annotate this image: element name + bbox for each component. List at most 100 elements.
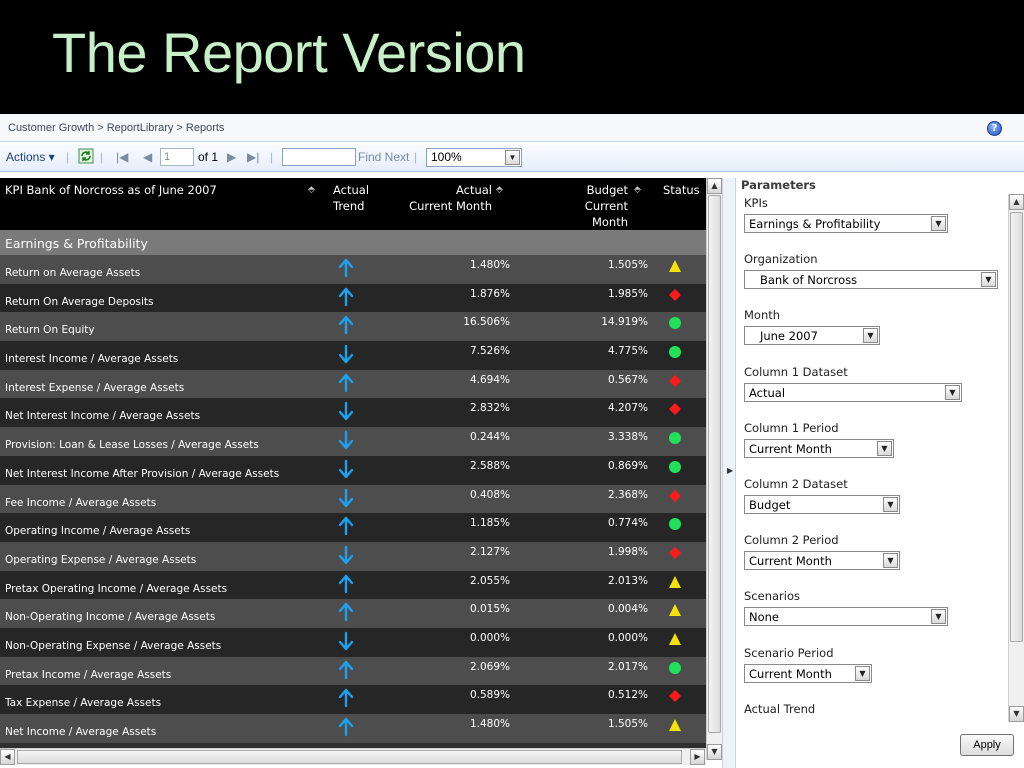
chevron-down-icon[interactable]: ▼ (931, 216, 946, 231)
page-count: of 1 (198, 150, 219, 164)
param-label: Scenario Period (744, 645, 834, 660)
col-header-budget-line1: Budget (586, 183, 628, 197)
trend-down-arrow-icon (338, 545, 354, 565)
param-select[interactable]: June 2007 ▼ (744, 326, 880, 346)
table-row: Interest Expense / Average Assets 4.694% 0… (0, 369, 706, 399)
refresh-icon[interactable] (78, 148, 94, 167)
kpi-name[interactable]: Return on Average Assets (5, 267, 140, 279)
chevron-down-icon[interactable]: ▼ (863, 328, 878, 344)
budget-value: 1.998% (607, 545, 648, 558)
report-horizontal-scrollbar[interactable]: ◀ ▶ (0, 748, 706, 765)
param-select[interactable]: Bank of Norcross ▼ (744, 270, 998, 290)
scroll-down-icon[interactable]: ▼ (1009, 706, 1024, 722)
actual-value: 2.055% (469, 574, 510, 587)
find-input[interactable] (282, 148, 356, 166)
chevron-down-icon[interactable]: ▼ (855, 665, 870, 681)
param-select[interactable]: Current Month ▼ (744, 438, 894, 458)
param-label: Organization (744, 252, 818, 267)
chevron-down-icon[interactable]: ▼ (505, 150, 520, 165)
param-scenario-period: Scenario Period Current Month ▼ (744, 646, 872, 683)
last-page-icon[interactable]: ▶| (247, 150, 259, 164)
actual-value: 2.069% (469, 660, 510, 673)
param-select[interactable]: Actual ▼ (744, 382, 962, 402)
kpi-name[interactable]: Pretax Operating Income / Average Assets (5, 583, 227, 595)
kpi-name[interactable]: Non-Operating Income / Average Assets (5, 611, 215, 623)
param-value: June 2007 (749, 329, 818, 344)
param-kpis: KPIs Earnings & Profitability ▼ (744, 196, 948, 233)
kpi-name[interactable]: Non-Operating Expense / Average Assets (5, 640, 221, 652)
prev-page-icon[interactable]: ◀ (143, 150, 152, 164)
col-header-status[interactable]: Status (663, 182, 700, 198)
help-icon[interactable]: ? (987, 121, 1002, 136)
kpi-name[interactable]: Return On Equity (5, 324, 95, 336)
chevron-down-icon[interactable]: ▼ (931, 609, 946, 625)
trend-up-arrow-icon (338, 373, 354, 393)
chevron-down-icon[interactable]: ▼ (945, 384, 960, 400)
col-header-trend-line1: Actual (333, 183, 370, 197)
kpi-name[interactable]: Operating Expense / Average Assets (5, 554, 196, 566)
chevron-down-icon[interactable]: ▼ (877, 440, 892, 456)
param-select[interactable]: Current Month ▼ (744, 551, 900, 571)
scroll-thumb[interactable] (708, 195, 721, 733)
find-next-button[interactable]: Find Next (358, 150, 409, 164)
status-yellow-triangle-icon (668, 259, 682, 273)
scroll-thumb[interactable] (17, 750, 682, 764)
kpi-name[interactable]: Operating Income / Average Assets (5, 525, 190, 537)
kpi-name[interactable]: Net Income / Average Assets (5, 726, 156, 738)
actual-value: 2.127% (469, 545, 510, 558)
chevron-down-icon[interactable]: ▼ (883, 553, 898, 569)
budget-value: 0.567% (607, 373, 648, 386)
param-select[interactable]: Budget ▼ (744, 495, 900, 514)
sort-icon[interactable]: ⬘ (496, 182, 503, 198)
parameters-scrollbar[interactable]: ▲ ▼ (1008, 194, 1024, 722)
status-green-circle-icon (668, 345, 682, 359)
zoom-select[interactable]: 100% ▼ (426, 148, 522, 167)
param-label: Column 2 Dataset (744, 477, 848, 491)
scroll-down-icon[interactable]: ▼ (707, 744, 722, 760)
sort-icon[interactable]: ⬘ (634, 182, 641, 198)
kpi-name[interactable]: Fee Income / Average Assets (5, 497, 156, 509)
scroll-up-icon[interactable]: ▲ (707, 178, 722, 194)
apply-button[interactable]: Apply (960, 734, 1014, 756)
actions-menu[interactable]: Actions ▾ (6, 150, 55, 164)
kpi-name[interactable]: Tax Expense / Average Assets (5, 697, 161, 709)
sort-icon[interactable]: ⬘ (308, 182, 315, 198)
col-header-actual[interactable]: Actual Current Month (408, 182, 492, 214)
first-page-icon[interactable]: |◀ (116, 150, 128, 164)
kpi-rows: Return on Average Assets 1.480% 1.505% Retu… (0, 255, 706, 743)
kpi-name[interactable]: Return On Average Deposits (5, 296, 154, 308)
kpi-name[interactable]: Provision: Loan & Lease Losses / Average… (5, 439, 259, 451)
col-header-trend[interactable]: Actual Trend (333, 182, 369, 214)
actual-value: 0.000% (469, 631, 510, 644)
param-select[interactable]: Earnings & Profitability ▼ (744, 214, 948, 233)
trend-up-arrow-icon (338, 602, 354, 622)
budget-value: 0.512% (607, 689, 648, 702)
budget-value: 1.505% (607, 718, 648, 730)
scroll-right-icon[interactable]: ▶ (690, 749, 705, 765)
param-select[interactable]: Current Month ▼ (744, 663, 872, 683)
scroll-up-icon[interactable]: ▲ (1009, 194, 1024, 210)
param-label: Month (744, 308, 781, 323)
kpi-name[interactable]: Net Interest Income / Average Assets (5, 410, 200, 422)
status-yellow-triangle-icon (668, 632, 682, 646)
collapse-arrow-icon[interactable]: ▶ (727, 466, 733, 475)
table-row: Net Interest Income / Average Assets 2.83… (0, 398, 706, 428)
pane-splitter[interactable]: ▶ (722, 178, 736, 768)
budget-value: 0.774% (607, 517, 648, 530)
param-select[interactable]: None ▼ (744, 607, 948, 627)
kpi-name[interactable]: Interest Expense / Average Assets (5, 382, 184, 394)
page-number-input[interactable]: 1 (160, 148, 194, 166)
status-yellow-triangle-icon (668, 603, 682, 617)
scroll-left-icon[interactable]: ◀ (0, 749, 15, 765)
chevron-down-icon[interactable]: ▼ (883, 497, 898, 512)
kpi-name[interactable]: Interest Income / Average Assets (5, 353, 178, 365)
param-label: KPIs (744, 196, 768, 210)
kpi-name[interactable]: Net Interest Income After Provision / Av… (5, 468, 279, 480)
kpi-name[interactable]: Pretax Income / Average Assets (5, 669, 171, 681)
scroll-thumb[interactable] (1010, 212, 1023, 642)
breadcrumb[interactable]: Customer Growth > ReportLibrary > Report… (8, 122, 224, 134)
next-page-icon[interactable]: ▶ (227, 150, 236, 164)
col-header-budget[interactable]: Budget Current Month (546, 182, 628, 230)
report-vertical-scrollbar[interactable]: ▲ ▼ (706, 178, 722, 760)
chevron-down-icon[interactable]: ▼ (981, 272, 996, 288)
